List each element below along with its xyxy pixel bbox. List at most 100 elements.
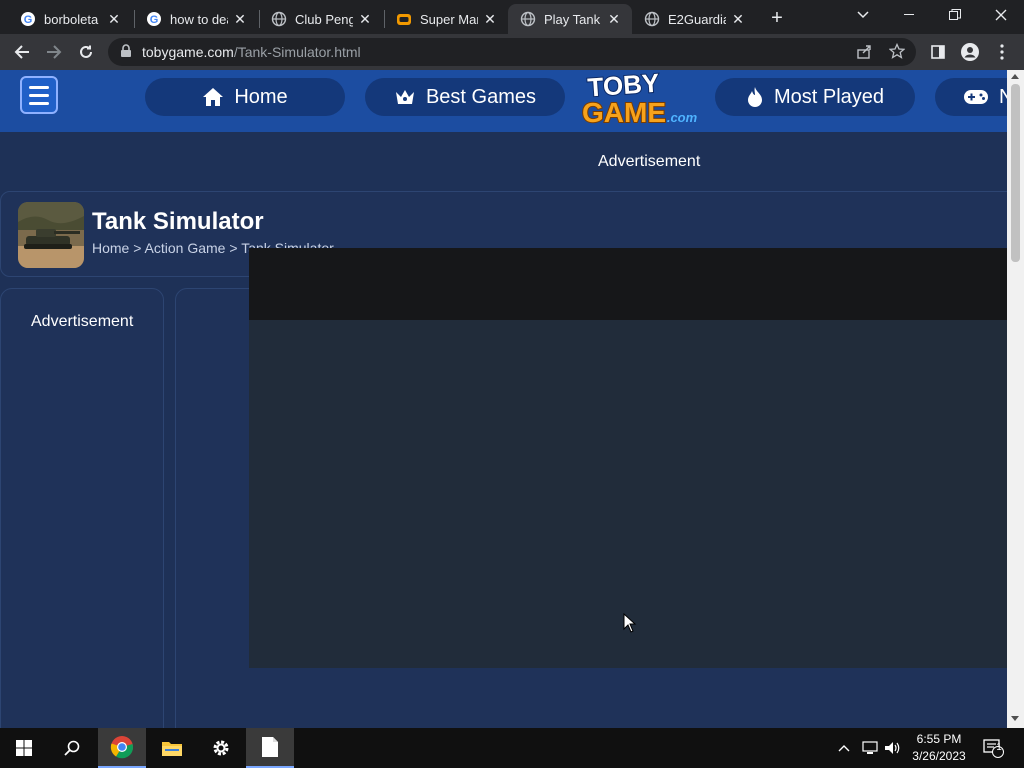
game-thumbnail — [18, 202, 84, 268]
document-icon — [262, 737, 278, 757]
hamburger-line — [29, 85, 49, 89]
globe-icon — [271, 11, 287, 27]
breadcrumb-separator: > — [129, 240, 145, 256]
page-scrollbar[interactable] — [1007, 70, 1024, 728]
breadcrumb-separator: > — [225, 240, 242, 256]
minimize-icon — [904, 14, 914, 15]
game-frame[interactable] — [249, 248, 1009, 668]
breadcrumb-action-game[interactable]: Action Game — [145, 240, 226, 256]
home-icon — [203, 88, 224, 106]
chevron-up-icon — [838, 745, 850, 752]
nav-home[interactable]: Home — [145, 78, 345, 116]
nav-most-played[interactable]: Most Played — [715, 78, 915, 116]
network-status[interactable] — [862, 728, 880, 768]
forward-button[interactable] — [42, 40, 66, 64]
close-icon[interactable]: ✕ — [357, 11, 373, 27]
scrollbar-thumb[interactable] — [1011, 84, 1020, 262]
tab-play-tank-simulator[interactable]: Play Tank S ✕ — [508, 4, 632, 34]
url-path: /Tank-Simulator.html — [233, 44, 361, 60]
tab-label: borboleta p — [44, 11, 102, 27]
taskbar-notepad[interactable] — [246, 728, 294, 768]
fire-icon — [747, 87, 762, 107]
restore-icon — [949, 9, 961, 20]
minimize-button[interactable] — [886, 0, 932, 30]
svg-text:GAME: GAME — [582, 97, 666, 128]
tab-super-mario[interactable]: Super Mari ✕ — [384, 4, 508, 34]
system-clock[interactable]: 6:55 PM 3/26/2023 — [906, 731, 972, 765]
address-bar[interactable]: tobygame.com/Tank-Simulator.html — [108, 38, 916, 66]
close-icon[interactable]: ✕ — [232, 11, 248, 27]
profile-button[interactable] — [958, 40, 982, 64]
side-panel-button[interactable] — [926, 40, 950, 64]
hamburger-menu-button[interactable] — [20, 76, 58, 114]
chrome-icon — [110, 736, 134, 759]
tab-how-to[interactable]: G how to dea ✕ — [134, 4, 258, 34]
gear-icon — [213, 740, 229, 756]
taskbar-file-explorer[interactable] — [148, 728, 196, 768]
breadcrumb-home[interactable]: Home — [92, 240, 129, 256]
url-domain: tobygame.com — [142, 44, 234, 60]
close-icon — [995, 9, 1007, 21]
nav-most-played-label: Most Played — [773, 85, 885, 108]
speaker-icon — [885, 742, 900, 754]
nav-new[interactable]: N — [935, 78, 1007, 116]
url-text: tobygame.com/Tank-Simulator.html — [142, 44, 361, 60]
close-icon[interactable]: ✕ — [606, 11, 622, 27]
tab-e2guardian[interactable]: E2Guardian ✕ — [632, 4, 756, 34]
browser-toolbar: tobygame.com/Tank-Simulator.html — [0, 34, 1024, 70]
google-icon: G — [20, 11, 36, 27]
google-icon: G — [146, 11, 162, 27]
scroll-up-icon[interactable] — [1011, 74, 1019, 79]
windows-taskbar: 6:55 PM 3/26/2023 1 — [0, 728, 1024, 768]
tab-search-button[interactable] — [840, 0, 886, 30]
scroll-down-icon[interactable] — [1011, 716, 1019, 721]
new-tab-button[interactable]: + — [766, 7, 788, 29]
share-icon[interactable] — [856, 44, 872, 65]
menu-button[interactable] — [990, 40, 1014, 64]
action-center-button[interactable]: 1 — [982, 728, 1006, 768]
close-icon[interactable]: ✕ — [482, 11, 498, 27]
tab-label: Play Tank S — [544, 11, 602, 27]
hamburger-line — [29, 101, 49, 105]
top-advertisement: Advertisement — [0, 132, 1007, 192]
close-window-button[interactable] — [978, 0, 1024, 30]
search-icon — [64, 740, 80, 756]
nav-best-games[interactable]: Best Games — [365, 78, 565, 116]
windows-logo-icon — [16, 740, 32, 756]
volume-control[interactable] — [884, 728, 902, 768]
browser-tab-strip: G borboleta p ✕ G how to dea ✕ Club Peng… — [0, 0, 1024, 34]
gamepad-icon — [964, 90, 988, 104]
taskbar-chrome[interactable] — [98, 728, 146, 768]
game-icon — [396, 11, 412, 27]
sidebar-advertisement: Advertisement — [0, 288, 164, 728]
tab-label: Club Pengu — [295, 11, 353, 27]
site-header: Home Best Games TOBY GAME .com Most Play… — [0, 70, 1007, 132]
tab-label: E2Guardian — [668, 11, 726, 27]
kebab-menu-icon — [1000, 44, 1004, 60]
tobygame-logo[interactable]: TOBY GAME .com — [578, 70, 700, 129]
taskbar-settings[interactable] — [197, 728, 245, 768]
svg-text:G: G — [150, 14, 159, 26]
reload-button[interactable] — [74, 40, 98, 64]
svg-text:.com: .com — [667, 110, 698, 125]
mouse-cursor-icon — [623, 613, 637, 633]
close-icon[interactable]: ✕ — [730, 11, 746, 27]
nav-new-label: N — [999, 85, 1007, 108]
nav-home-label: Home — [234, 85, 288, 108]
search-button[interactable] — [48, 728, 96, 768]
forward-arrow-icon — [47, 45, 62, 59]
advertisement-label: Advertisement — [598, 153, 701, 170]
tab-club-penguin[interactable]: Club Pengu ✕ — [259, 4, 383, 34]
chevron-down-icon — [857, 11, 869, 19]
back-button[interactable] — [10, 40, 34, 64]
nav-best-games-label: Best Games — [425, 85, 537, 108]
clock-date: 3/26/2023 — [912, 749, 966, 763]
close-icon[interactable]: ✕ — [106, 11, 122, 27]
restore-button[interactable] — [932, 0, 978, 30]
bookmark-star-icon[interactable] — [888, 42, 906, 64]
notification-count: 1 — [996, 742, 1002, 753]
show-hidden-icons-button[interactable] — [838, 728, 850, 768]
start-button[interactable] — [0, 728, 48, 768]
tab-label: Super Mari — [420, 11, 478, 27]
tab-borboleta[interactable]: G borboleta p ✕ — [8, 4, 132, 34]
